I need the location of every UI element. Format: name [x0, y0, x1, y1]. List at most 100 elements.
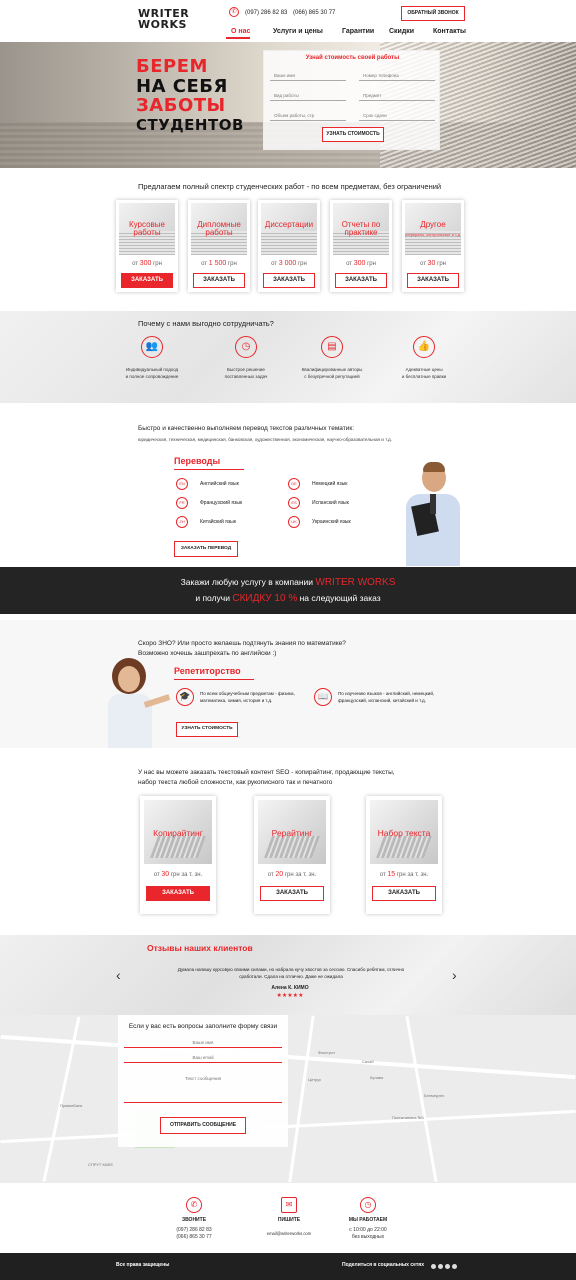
footer: Все права защищены Поделиться в социальн… — [0, 1253, 576, 1280]
lang-code-badge: EN — [176, 478, 188, 490]
deadline-field[interactable]: Срок сдачи — [359, 111, 435, 121]
service-card: Дипломные работы от 1 500 грн ЗАКАЗАТЬ — [188, 200, 250, 292]
promo-line-2: и получи СКИДКУ 10 % на следующий заказ — [0, 593, 576, 604]
contact-email-field[interactable]: Ваш email — [124, 1052, 282, 1063]
promo-text-3: на следующий заказ — [299, 593, 381, 603]
contact-name-field[interactable]: Ваше имя — [124, 1037, 282, 1048]
price-value: 30 — [427, 260, 436, 267]
service-card-image: Курсовые работы — [119, 203, 175, 255]
logo-line-2: WORKS — [138, 18, 187, 31]
tutoring-heading-underline — [174, 679, 254, 680]
contact-message-field[interactable]: Текст сообщения — [124, 1073, 282, 1103]
lang-code-badge: FR — [176, 497, 188, 509]
promo-discount: СКИДКУ 10 % — [232, 593, 298, 604]
content-card: Набор текста от 15 грн за т. зн. ЗАКАЗАТЬ — [366, 796, 442, 914]
nav-guarantees[interactable]: Гарантии — [342, 28, 374, 35]
why-item-line-2: с безупречной репутацией — [304, 374, 360, 379]
hero-title-line-2: НА СЕБЯ — [136, 76, 228, 97]
promo-banner: Закажи любую услугу в компании WRITER WO… — [0, 567, 576, 614]
vk-icon[interactable] — [452, 1264, 457, 1269]
logo[interactable]: WRITER WORKS — [138, 8, 189, 30]
call-phone-2[interactable]: (066) 865 30 77 — [154, 1234, 234, 1241]
people-icon: 👥 — [141, 336, 163, 358]
nav-contacts[interactable]: Контакты — [433, 28, 466, 35]
map-label: Цитрус — [308, 1077, 322, 1082]
order-button[interactable]: ЗАКАЗАТЬ — [407, 273, 459, 288]
next-review-arrow[interactable]: › — [452, 967, 457, 983]
lang-name: Украинский язык — [312, 519, 351, 525]
phone-field[interactable]: Номер телефона — [359, 71, 435, 81]
work-type-field[interactable]: Вид работы — [270, 91, 346, 101]
why-item-line-2: поставленных задач — [224, 374, 268, 379]
order-button[interactable]: ЗАКАЗАТЬ — [263, 273, 315, 288]
service-card-title: Другое — [420, 220, 446, 229]
content-card: Копирайтинг от 30 грн за т. зн. ЗАКАЗАТЬ — [140, 796, 216, 914]
call-phones: (097) 286 82 83 (066) 865 30 77 — [154, 1227, 234, 1241]
twitter-icon[interactable] — [445, 1264, 450, 1269]
order-translation-button[interactable]: ЗАКАЗАТЬ ПЕРЕВОД — [174, 541, 238, 557]
price-prefix: от — [420, 261, 426, 267]
price-request-form: Узнай стоимость своей работы Ваше имя Но… — [263, 50, 440, 150]
price-unit: грн — [227, 261, 237, 267]
price-prefix: от — [201, 261, 208, 267]
price-unit: грн за т. зн. — [284, 872, 317, 878]
lang-name: Китайский язык — [200, 519, 236, 525]
write-email[interactable]: email@writerworks.com — [249, 1230, 329, 1237]
service-card-image: Отчеты по практике — [333, 203, 389, 255]
call-title: ЗВОНИТЕ — [181, 1217, 207, 1223]
tutoring-item-1: По всем общеучебным предметам - физика, … — [200, 691, 295, 703]
price-value: 3 000 — [278, 260, 297, 267]
order-button[interactable]: ЗАКАЗАТЬ — [193, 273, 245, 288]
map-label: Белмедтех — [424, 1093, 445, 1098]
order-button[interactable]: ЗАКАЗАТЬ — [121, 273, 173, 288]
facebook-icon[interactable] — [438, 1264, 443, 1269]
get-price-button[interactable]: УЗНАТЬ СТОИМОСТЬ — [322, 127, 384, 142]
nav-about[interactable]: О нас — [231, 28, 250, 35]
why-item-text: Адекватные цены и бесплатные правки — [374, 366, 474, 380]
map-road — [0, 1109, 576, 1144]
tutoring-price-button[interactable]: УЗНАТЬ СТОИМОСТЬ — [176, 722, 238, 737]
why-section: Почему с нами выгодно сотрудничать? — [0, 311, 576, 403]
price-unit: грн — [297, 261, 307, 267]
order-button[interactable]: ЗАКАЗАТЬ — [335, 273, 387, 288]
hours-text: с 10:00 до 22:00 без выходных — [328, 1227, 408, 1241]
man-photo — [402, 460, 464, 566]
phone-number-2[interactable]: (066) 865 30 77 — [293, 10, 335, 16]
clock-icon: ◷ — [235, 336, 257, 358]
content-card-title: Набор текста — [377, 828, 431, 838]
service-card-title: Отчеты по практике — [341, 220, 381, 237]
clock-icon: ◷ — [360, 1197, 376, 1213]
order-button[interactable]: ЗАКАЗАТЬ — [146, 886, 210, 901]
nav-discounts[interactable]: Скидки — [389, 28, 414, 35]
phone-number-1[interactable]: (097) 286 82 83 — [245, 10, 287, 16]
content-card-price: от 30 грн за т. зн. — [140, 871, 216, 878]
volume-field[interactable]: Объем работы, стр — [270, 111, 346, 121]
promo-text-1: Закажи любую услугу в компании — [180, 577, 314, 587]
google-plus-icon[interactable] — [431, 1264, 436, 1269]
review-text-line-1: Думала напишу курсовую своими силами, но… — [177, 967, 405, 972]
order-button[interactable]: ЗАКАЗАТЬ — [260, 886, 324, 901]
review-author: Алена К. КИМО — [271, 985, 309, 991]
callback-button[interactable]: ОБРАТНЫЙ ЗВОНОК — [401, 6, 465, 21]
why-item-line-1: Квалифицированные авторы — [301, 367, 363, 372]
call-phone-1[interactable]: (097) 286 82 83 — [154, 1227, 234, 1234]
service-card-price: от 3 000 грн — [258, 260, 320, 267]
phone-icon: ✆ — [186, 1197, 202, 1213]
service-card-title: Курсовые работы — [128, 220, 165, 237]
nav-services[interactable]: Услуги и цены — [273, 28, 323, 35]
content-intro-1: У нас вы можете заказать текстовый конте… — [138, 769, 395, 776]
subject-field[interactable]: Предмет — [359, 91, 435, 101]
keyboard-image — [149, 836, 207, 858]
price-unit: грн за т. зн. — [170, 872, 203, 878]
why-item-line-1: Адекватные цены — [405, 367, 443, 372]
order-button[interactable]: ЗАКАЗАТЬ — [372, 886, 436, 901]
book-icon: 📖 — [314, 688, 332, 706]
prev-review-arrow[interactable]: ‹ — [116, 967, 121, 983]
price-prefix: от — [271, 261, 278, 267]
why-item-text: Индивидуальный подход и полное сопровожде… — [102, 366, 202, 380]
map[interactable]: Фокстрот Сахаб Цитрус Кулава ПриватБанк … — [0, 1015, 576, 1183]
price-prefix: от — [379, 872, 386, 878]
name-field[interactable]: Ваше имя — [270, 71, 346, 81]
review-text: Думала напишу курсовую своими силами, но… — [140, 966, 442, 980]
send-message-button[interactable]: ОТПРАВИТЬ СООБЩЕНИЕ — [160, 1117, 246, 1134]
